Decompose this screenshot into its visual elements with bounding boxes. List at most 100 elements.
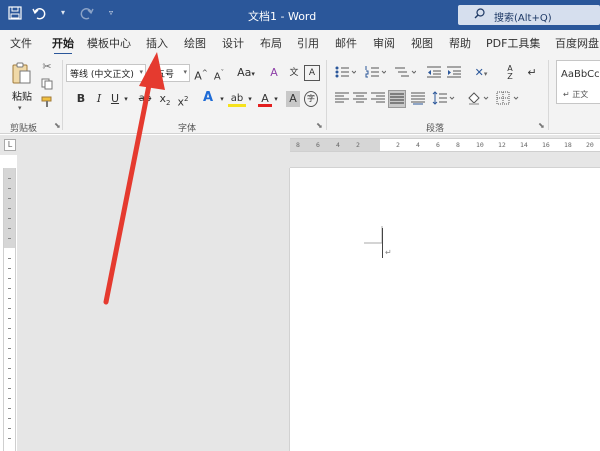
paragraph-group-label: 段落 — [426, 124, 445, 134]
font-color-button[interactable]: A — [258, 91, 272, 107]
tab-pdf-tools[interactable]: PDF工具集 — [486, 35, 540, 51]
ruler-label: 16 — [542, 141, 550, 149]
align-right-icon[interactable] — [370, 91, 386, 107]
horizontal-ruler[interactable]: 8 6 4 2 2 4 6 8 10 12 14 16 18 20 — [290, 138, 600, 152]
char-border-button[interactable]: A — [304, 65, 320, 81]
shrink-font-button[interactable]: Aˇ — [212, 65, 226, 82]
sort-icon[interactable]: AZ — [502, 65, 518, 81]
ruler-label: 8 — [456, 141, 460, 149]
chinese-layout-icon[interactable]: ✕▾ — [470, 65, 492, 81]
borders-icon[interactable] — [496, 91, 520, 107]
separator — [62, 60, 63, 130]
tab-mailings[interactable]: 邮件 — [335, 35, 357, 51]
tab-draw[interactable]: 绘图 — [184, 35, 206, 51]
numbering-icon[interactable] — [364, 65, 387, 81]
strikethrough-button[interactable]: ab — [136, 91, 154, 107]
paste-button[interactable]: 粘贴 ▾ — [8, 60, 34, 116]
bold-button[interactable]: B — [74, 91, 88, 107]
multilevel-list-icon[interactable] — [394, 65, 417, 81]
ruler-label: 18 — [564, 141, 572, 149]
paste-dropdown-icon[interactable]: ▾ — [18, 104, 22, 112]
underline-dropdown-icon[interactable]: ▾ — [122, 91, 130, 107]
quick-access-toolbar: ▾ ▿ — [8, 6, 118, 20]
distributed-icon[interactable] — [410, 91, 426, 107]
text-effects-dropdown-icon[interactable]: ▾ — [218, 91, 226, 107]
tab-baidu-netdisk[interactable]: 百度网盘 — [555, 35, 599, 51]
shading-icon[interactable] — [466, 91, 490, 107]
tab-view[interactable]: 视图 — [411, 35, 433, 51]
underline-button[interactable]: U — [108, 91, 122, 107]
ruler-label: 4 — [336, 141, 340, 149]
cut-icon[interactable]: ✂ — [40, 60, 54, 74]
tab-home[interactable]: 开始 — [52, 35, 74, 55]
ruler-label: 4 — [416, 141, 420, 149]
ribbon-home: 粘贴 ▾ ✂ 剪贴板 ⬊ 等线 (中文正文) ▾ 五号 ▾ A^ Aˇ Aa▾ … — [0, 54, 600, 134]
style-sample: AaBbCcDd — [561, 69, 600, 80]
chevron-down-icon: ▾ — [183, 68, 187, 76]
text-effects-button[interactable]: A — [198, 90, 218, 106]
line-spacing-icon[interactable] — [432, 91, 456, 107]
chevron-down-icon: ▾ — [139, 68, 143, 76]
undo-dropdown-icon[interactable]: ▾ — [56, 6, 70, 20]
format-painter-icon[interactable] — [40, 96, 54, 110]
margin-corner-mark — [364, 226, 383, 244]
document-page[interactable] — [290, 168, 600, 451]
style-name: ↵ 正文 — [563, 90, 589, 99]
paragraph-launcher-icon[interactable]: ⬊ — [538, 121, 545, 130]
font-name-value: 等线 (中文正文) — [70, 70, 134, 80]
subscript-button[interactable]: x2 — [158, 91, 172, 107]
search-placeholder: 搜索(Alt+Q) — [494, 13, 552, 24]
phonetic-guide-button[interactable]: 文 — [286, 65, 302, 81]
vertical-ruler[interactable] — [3, 168, 16, 451]
highlight-button[interactable]: ab — [228, 91, 246, 107]
font-name-select[interactable]: 等线 (中文正文) ▾ — [66, 64, 146, 82]
style-normal[interactable]: AaBbCcDd ↵ 正文 — [556, 60, 600, 104]
ruler-label: 14 — [520, 141, 528, 149]
highlight-dropdown-icon[interactable]: ▾ — [246, 91, 254, 107]
tab-review[interactable]: 审阅 — [373, 35, 395, 51]
char-shading-button[interactable]: A — [286, 91, 300, 107]
ruler-label: 10 — [476, 141, 484, 149]
font-size-select[interactable]: 五号 ▾ — [150, 64, 190, 82]
paste-label: 粘贴 — [12, 92, 32, 103]
separator — [326, 60, 327, 130]
copy-icon[interactable] — [40, 78, 54, 92]
search-box[interactable]: 搜索(Alt+Q) — [458, 5, 600, 25]
ruler-label: 2 — [396, 141, 400, 149]
clear-format-icon[interactable]: A — [266, 65, 282, 81]
ruler-label: 2 — [356, 141, 360, 149]
ruler-label: 8 — [296, 141, 300, 149]
tab-file[interactable]: 文件 — [10, 35, 32, 51]
ruler-label: 12 — [498, 141, 506, 149]
align-left-icon[interactable] — [334, 91, 350, 107]
font-size-value: 五号 — [156, 70, 175, 80]
bullets-icon[interactable] — [334, 65, 357, 81]
change-case-button[interactable]: Aa▾ — [234, 65, 258, 81]
clipboard-icon — [11, 62, 31, 84]
tab-references[interactable]: 引用 — [297, 35, 319, 51]
enclose-chars-button[interactable]: 字 — [304, 91, 318, 107]
tab-layout[interactable]: 布局 — [260, 35, 282, 51]
increase-indent-icon[interactable] — [446, 65, 462, 81]
font-launcher-icon[interactable]: ⬊ — [316, 121, 323, 130]
tab-help[interactable]: 帮助 — [449, 35, 471, 51]
superscript-button[interactable]: x2 — [176, 91, 190, 109]
align-center-icon[interactable] — [352, 91, 368, 107]
font-color-dropdown-icon[interactable]: ▾ — [272, 91, 280, 107]
ribbon-tabs: 文件 开始 模板中心 插入 绘图 设计 布局 引用 邮件 审阅 视图 帮助 PD… — [0, 30, 600, 55]
decrease-indent-icon[interactable] — [426, 65, 442, 81]
tab-selector[interactable]: L — [4, 139, 16, 151]
grow-font-button[interactable]: A^ — [194, 65, 208, 83]
undo-icon[interactable] — [32, 6, 46, 20]
redo-icon[interactable] — [80, 6, 94, 20]
show-marks-icon[interactable]: ↵ — [524, 65, 540, 81]
customize-qat-icon[interactable]: ▿ — [104, 6, 118, 20]
ruler-label: 20 — [586, 141, 594, 149]
tab-design[interactable]: 设计 — [222, 35, 244, 51]
tab-insert[interactable]: 插入 — [146, 35, 168, 51]
clipboard-launcher-icon[interactable]: ⬊ — [54, 121, 61, 130]
tab-template-center[interactable]: 模板中心 — [87, 35, 131, 51]
italic-button[interactable]: I — [92, 91, 106, 107]
justify-icon[interactable] — [388, 90, 406, 108]
save-icon[interactable] — [8, 6, 22, 20]
